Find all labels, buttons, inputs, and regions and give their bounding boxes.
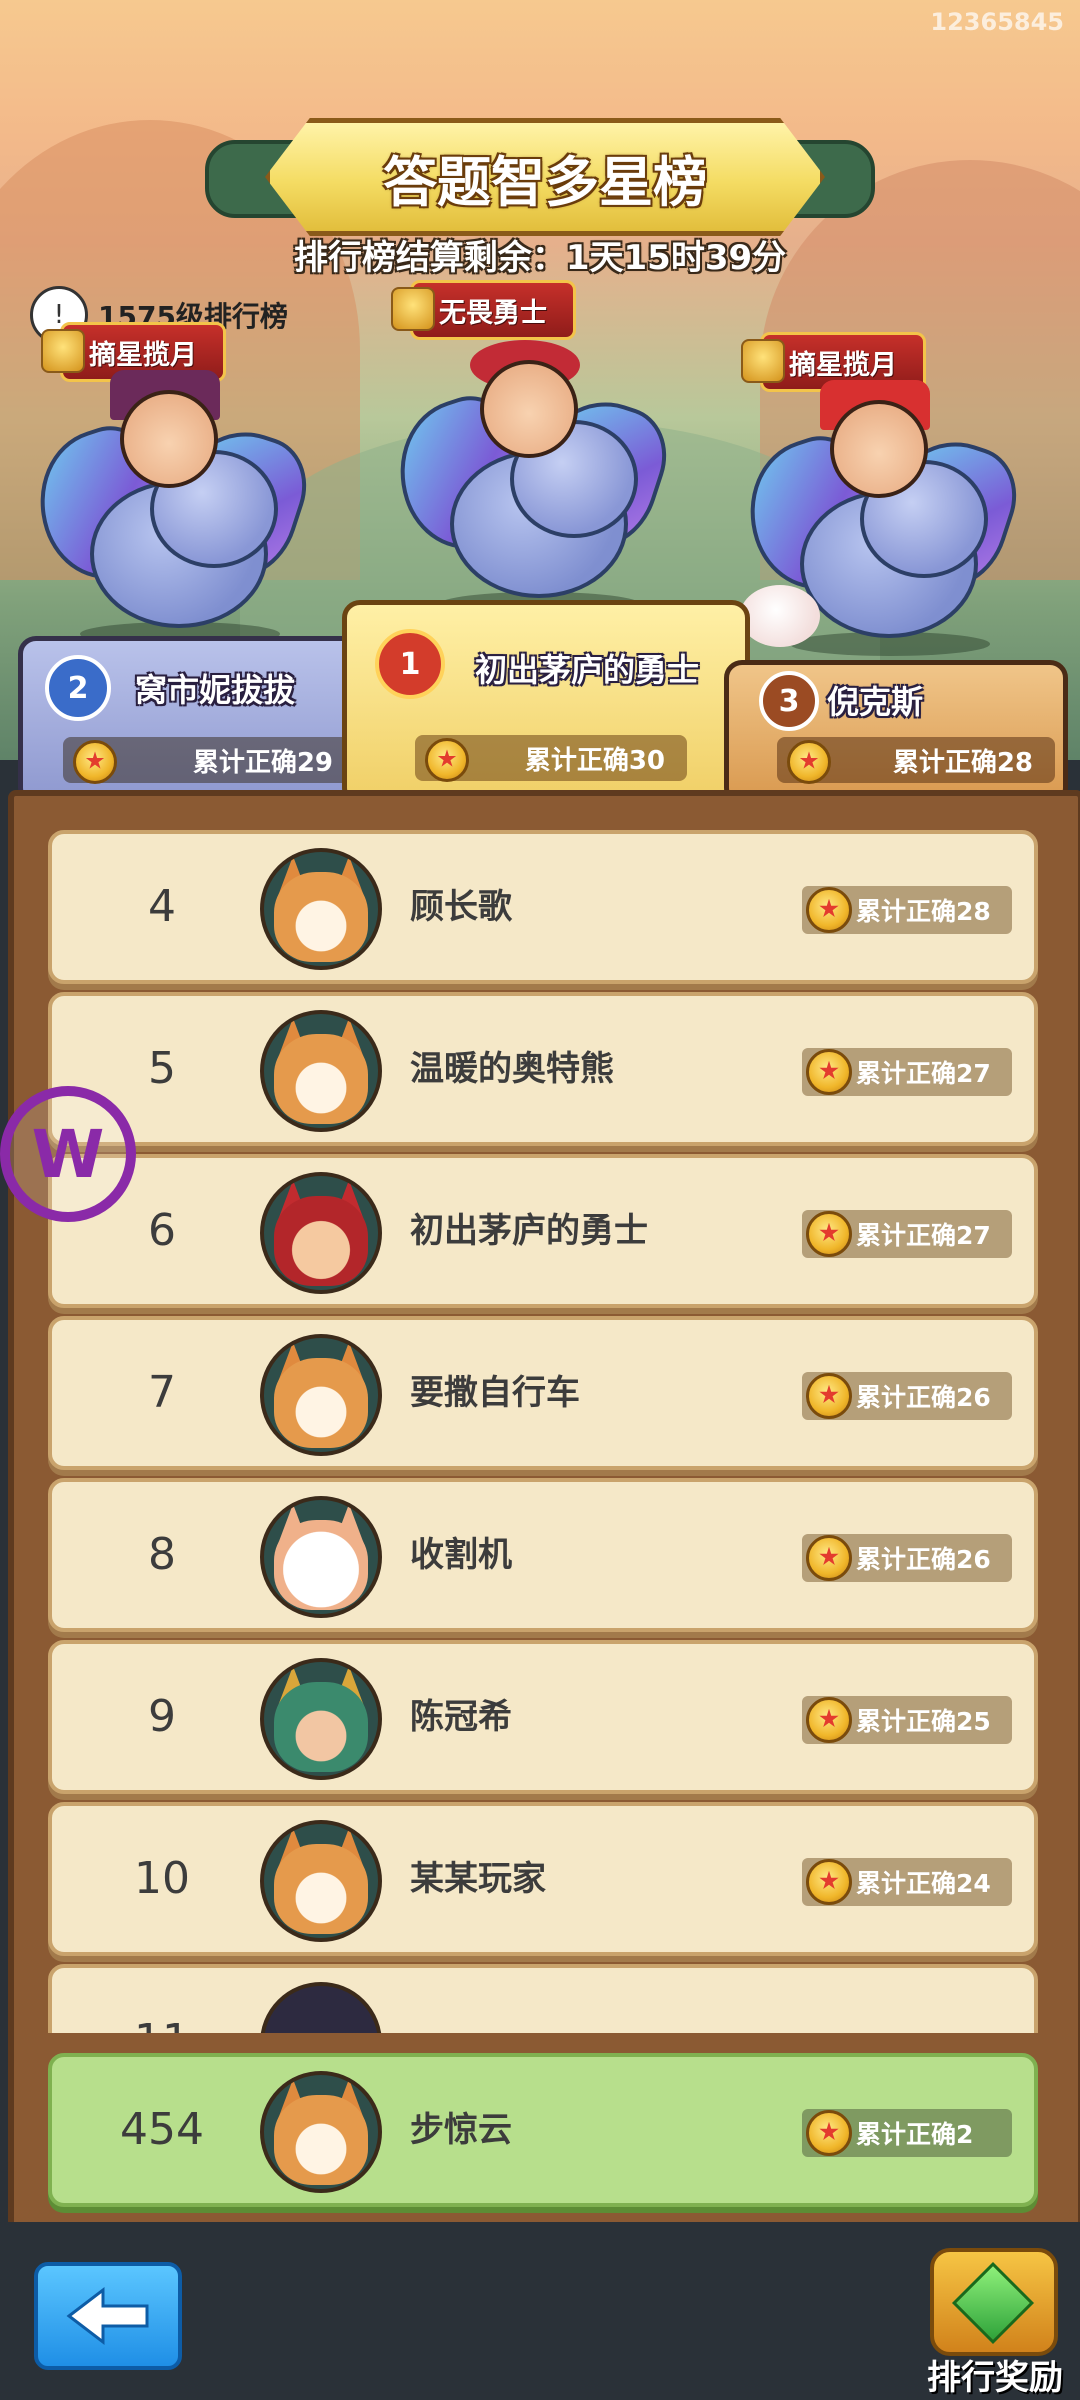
- score-tag: 累计正确27: [802, 1210, 1012, 1258]
- star-medal-icon: [806, 887, 852, 933]
- score-text: 累计正确24: [856, 1869, 991, 1898]
- score-text: 累计正确27: [856, 1221, 991, 1250]
- star-medal-icon: [806, 2110, 852, 2156]
- score-tag: 累计正确24: [802, 1858, 1012, 1906]
- rank-number: 10: [134, 1853, 190, 1904]
- star-medal-icon: [806, 1049, 852, 1095]
- back-button[interactable]: [34, 2262, 182, 2370]
- corgi-avatar-icon: [260, 1010, 382, 1132]
- dragon-avatar-icon: [260, 1658, 382, 1780]
- rank-number: 454: [120, 2104, 204, 2155]
- rank-number: 9: [148, 1691, 176, 1742]
- player-name: 温暖的奥特熊: [410, 1049, 614, 1089]
- rank-number: 7: [148, 1367, 176, 1418]
- score-text: 累计正确26: [856, 1383, 991, 1412]
- score-text: 累计正确27: [856, 1059, 991, 1088]
- list-item[interactable]: 4 顾长歌 累计正确28: [48, 830, 1038, 984]
- player-name: 收割机: [410, 1535, 512, 1575]
- list-item[interactable]: 7 要撒自行车 累计正确26: [48, 1316, 1038, 1470]
- list-item-partial[interactable]: 11: [48, 1964, 1038, 2033]
- lucky-cat-avatar-icon: [260, 1496, 382, 1618]
- score-text: 累计正确25: [856, 1707, 991, 1736]
- star-medal-icon: [806, 1697, 852, 1743]
- player-name: 步惊云: [410, 2110, 512, 2150]
- rank-number: 4: [148, 881, 176, 932]
- score-tag: 累计正确27: [802, 1048, 1012, 1096]
- corgi-avatar-icon: [260, 2071, 382, 2193]
- corgi-avatar-icon: [260, 1820, 382, 1942]
- floating-w-logo-icon[interactable]: W: [0, 1086, 136, 1222]
- star-medal-icon: [806, 1211, 852, 1257]
- leaderboard-list[interactable]: 4 顾长歌 累计正确28 5 温暖的奥特熊 累计正确27 6 初出茅庐的勇士 累…: [0, 0, 1080, 2033]
- score-text: 累计正确26: [856, 1545, 991, 1574]
- player-name: 要撒自行车: [410, 1373, 580, 1413]
- warrior-avatar-icon: [260, 1172, 382, 1294]
- player-name: 某某玩家: [410, 1859, 546, 1899]
- score-tag: 累计正确26: [802, 1534, 1012, 1582]
- rank-number: 11: [112, 1968, 212, 2033]
- player-name: 初出茅庐的勇士: [410, 1211, 648, 1251]
- corgi-avatar-icon: [260, 1334, 382, 1456]
- score-text: 累计正确2: [856, 2120, 974, 2149]
- arrow-left-icon: [66, 2286, 149, 2346]
- list-item[interactable]: 8 收割机 累计正确26: [48, 1478, 1038, 1632]
- dark-avatar-icon: [260, 1982, 382, 2033]
- reward-label: 排行奖励: [927, 2358, 1063, 2398]
- list-item[interactable]: 6 初出茅庐的勇士 累计正确27: [48, 1154, 1038, 1308]
- score-tag: 累计正确2: [802, 2109, 1012, 2157]
- star-medal-icon: [806, 1373, 852, 1419]
- list-item[interactable]: 5 温暖的奥特熊 累计正确27: [48, 992, 1038, 1146]
- score-tag: 累计正确28: [802, 886, 1012, 934]
- player-name: 陈冠希: [410, 1697, 512, 1737]
- score-tag: 累计正确26: [802, 1372, 1012, 1420]
- score-text: 累计正确28: [856, 897, 991, 926]
- list-item[interactable]: 9 陈冠希 累计正确25: [48, 1640, 1038, 1794]
- ranking-reward-button[interactable]: 排行奖励: [920, 2248, 1063, 2398]
- star-medal-icon: [806, 1535, 852, 1581]
- rank-number: 8: [148, 1529, 176, 1580]
- player-name: 顾长歌: [410, 887, 512, 927]
- score-tag: 累计正确25: [802, 1696, 1012, 1744]
- corgi-avatar-icon: [260, 848, 382, 970]
- list-item[interactable]: 10 某某玩家 累计正确24: [48, 1802, 1038, 1956]
- star-medal-icon: [806, 1859, 852, 1905]
- my-rank-row[interactable]: 454 步惊云 累计正确2: [48, 2053, 1038, 2207]
